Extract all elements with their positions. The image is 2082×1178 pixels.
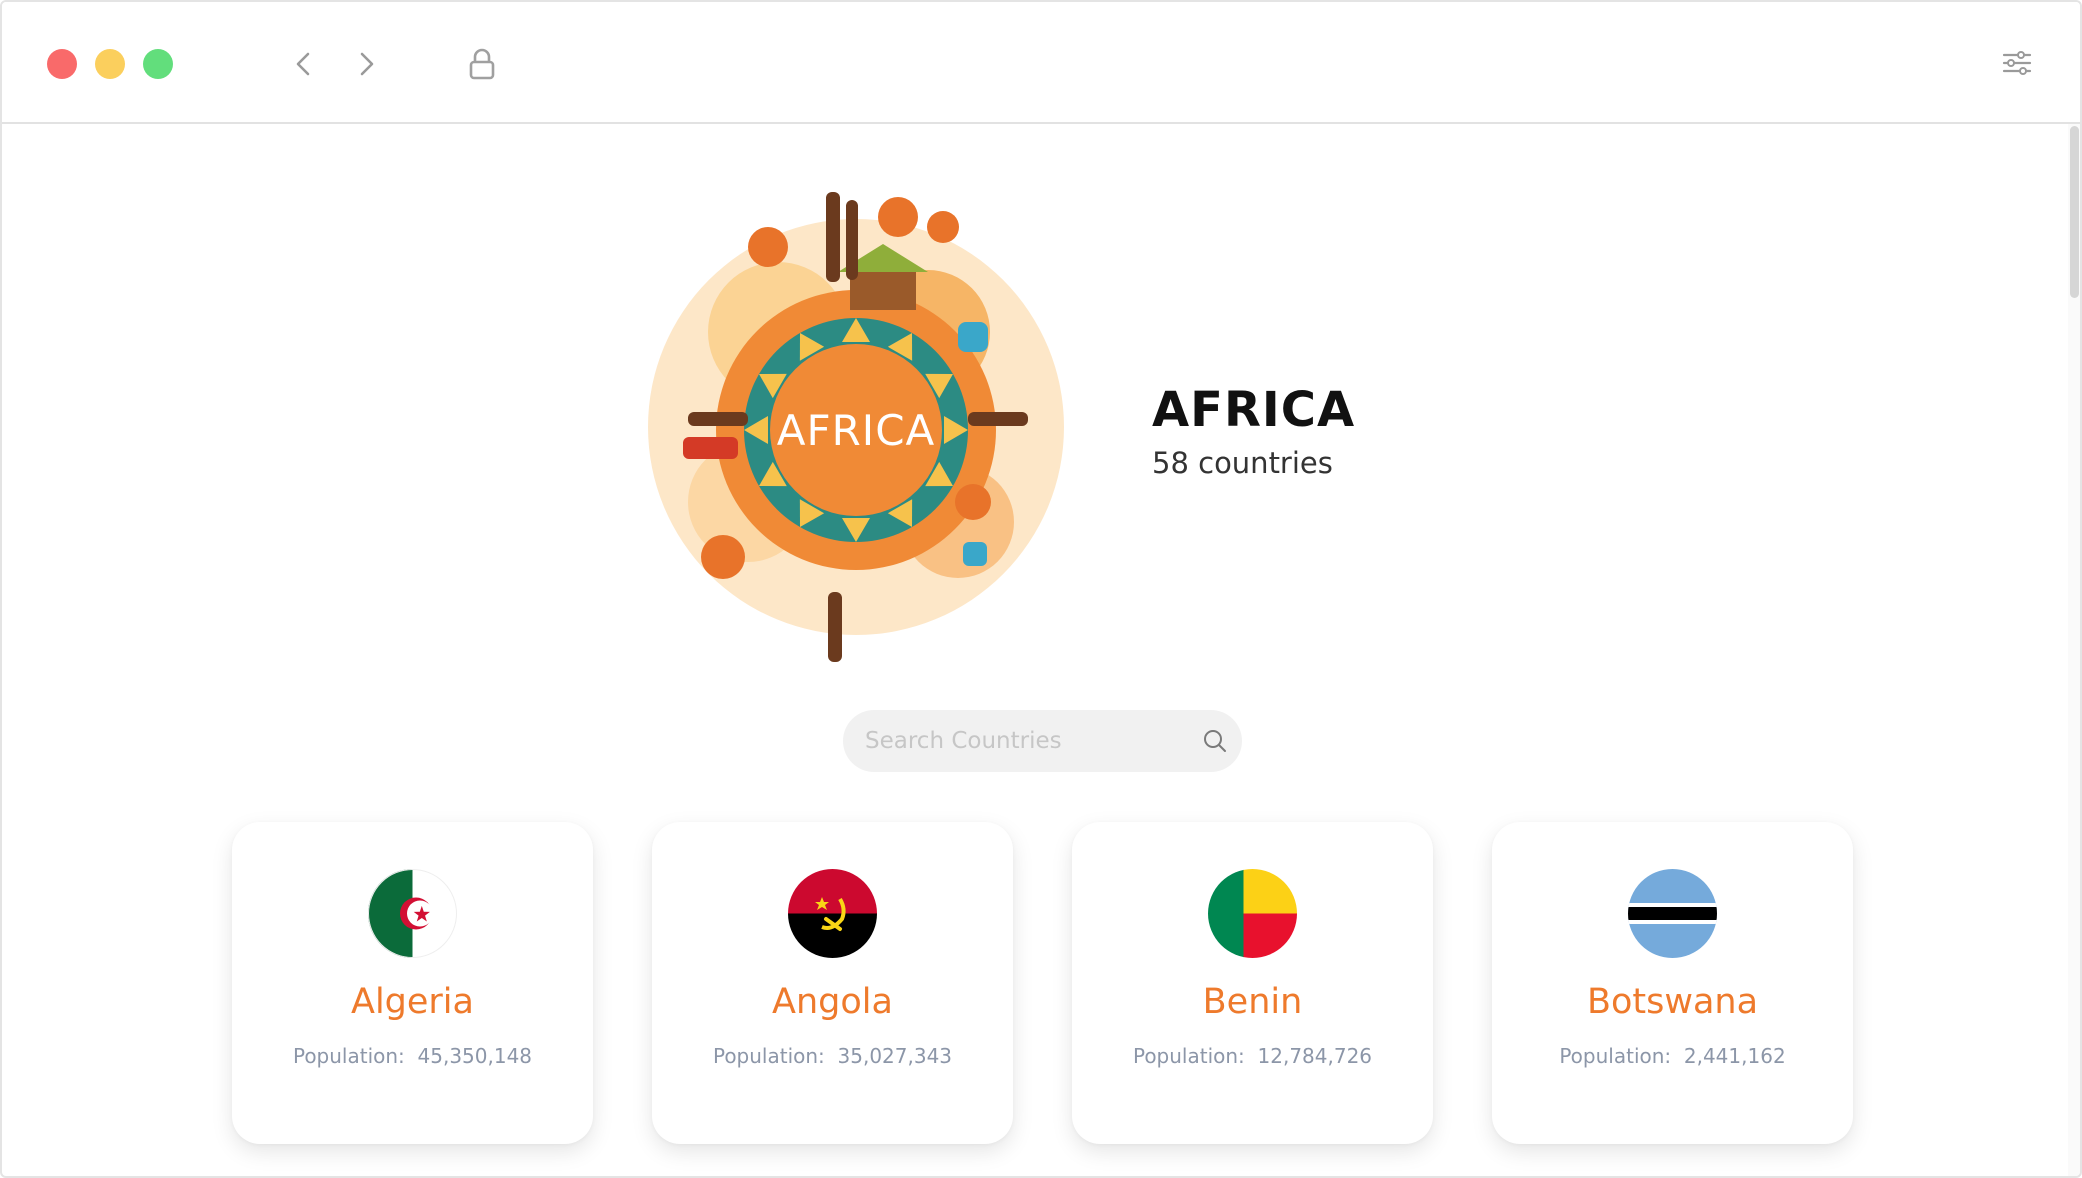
search-bar (843, 710, 1242, 772)
algeria-flag-icon (368, 869, 457, 958)
close-window-button[interactable] (47, 49, 77, 79)
country-card-benin[interactable]: Benin Population: 12,784,726 (1072, 822, 1433, 1144)
country-population: Population: 2,441,162 (1492, 1044, 1853, 1068)
lock-icon (469, 48, 495, 80)
country-name: Benin (1202, 982, 1303, 1022)
region-title: AFRICA (1152, 382, 1356, 438)
population-label: Population: (1132, 1044, 1245, 1068)
minimize-window-button[interactable] (95, 49, 125, 79)
maximize-window-button[interactable] (143, 49, 173, 79)
country-name: Botswana (1586, 982, 1759, 1022)
africa-art-label: AFRICA (777, 406, 936, 455)
browser-window: AFRICA AFRICA 58 countries Search Countr… (0, 0, 2082, 1178)
search-icon[interactable] (1202, 728, 1228, 754)
search-input[interactable] (865, 710, 1185, 772)
angola-flag-icon (788, 869, 877, 958)
country-population: Population: 35,027,343 (652, 1044, 1013, 1068)
country-card-algeria[interactable]: Algeria Population: 45,350,148 (232, 822, 593, 1144)
chevron-right-icon[interactable] (348, 46, 384, 82)
africa-illustration: AFRICA (648, 192, 1064, 662)
population-value: 35,027,343 (837, 1044, 953, 1068)
country-name: Angola (772, 982, 893, 1022)
country-population: Population: 12,784,726 (1072, 1044, 1433, 1068)
botswana-flag-icon (1628, 869, 1717, 958)
chevron-left-icon[interactable] (286, 46, 322, 82)
benin-flag-icon (1208, 869, 1297, 958)
sliders-icon[interactable] (2000, 46, 2034, 80)
country-count: 58 countries (1152, 446, 1333, 480)
population-label: Population: (712, 1044, 825, 1068)
population-label: Population: (292, 1044, 405, 1068)
scrollbar-thumb[interactable] (2070, 126, 2079, 298)
population-value: 45,350,148 (417, 1044, 533, 1068)
country-card-botswana[interactable]: Botswana Population: 2,441,162 (1492, 822, 1853, 1144)
population-value: 12,784,726 (1257, 1044, 1373, 1068)
country-card-list: Algeria Population: 45,350,148 Angola Po… (232, 822, 1853, 1144)
population-label: Population: (1559, 1044, 1672, 1068)
country-name: Algeria (351, 982, 474, 1022)
title-bar (2, 2, 2080, 124)
country-card-angola[interactable]: Angola Population: 35,027,343 (652, 822, 1013, 1144)
population-value: 2,441,162 (1683, 1044, 1786, 1068)
country-population: Population: 45,350,148 (232, 1044, 593, 1068)
